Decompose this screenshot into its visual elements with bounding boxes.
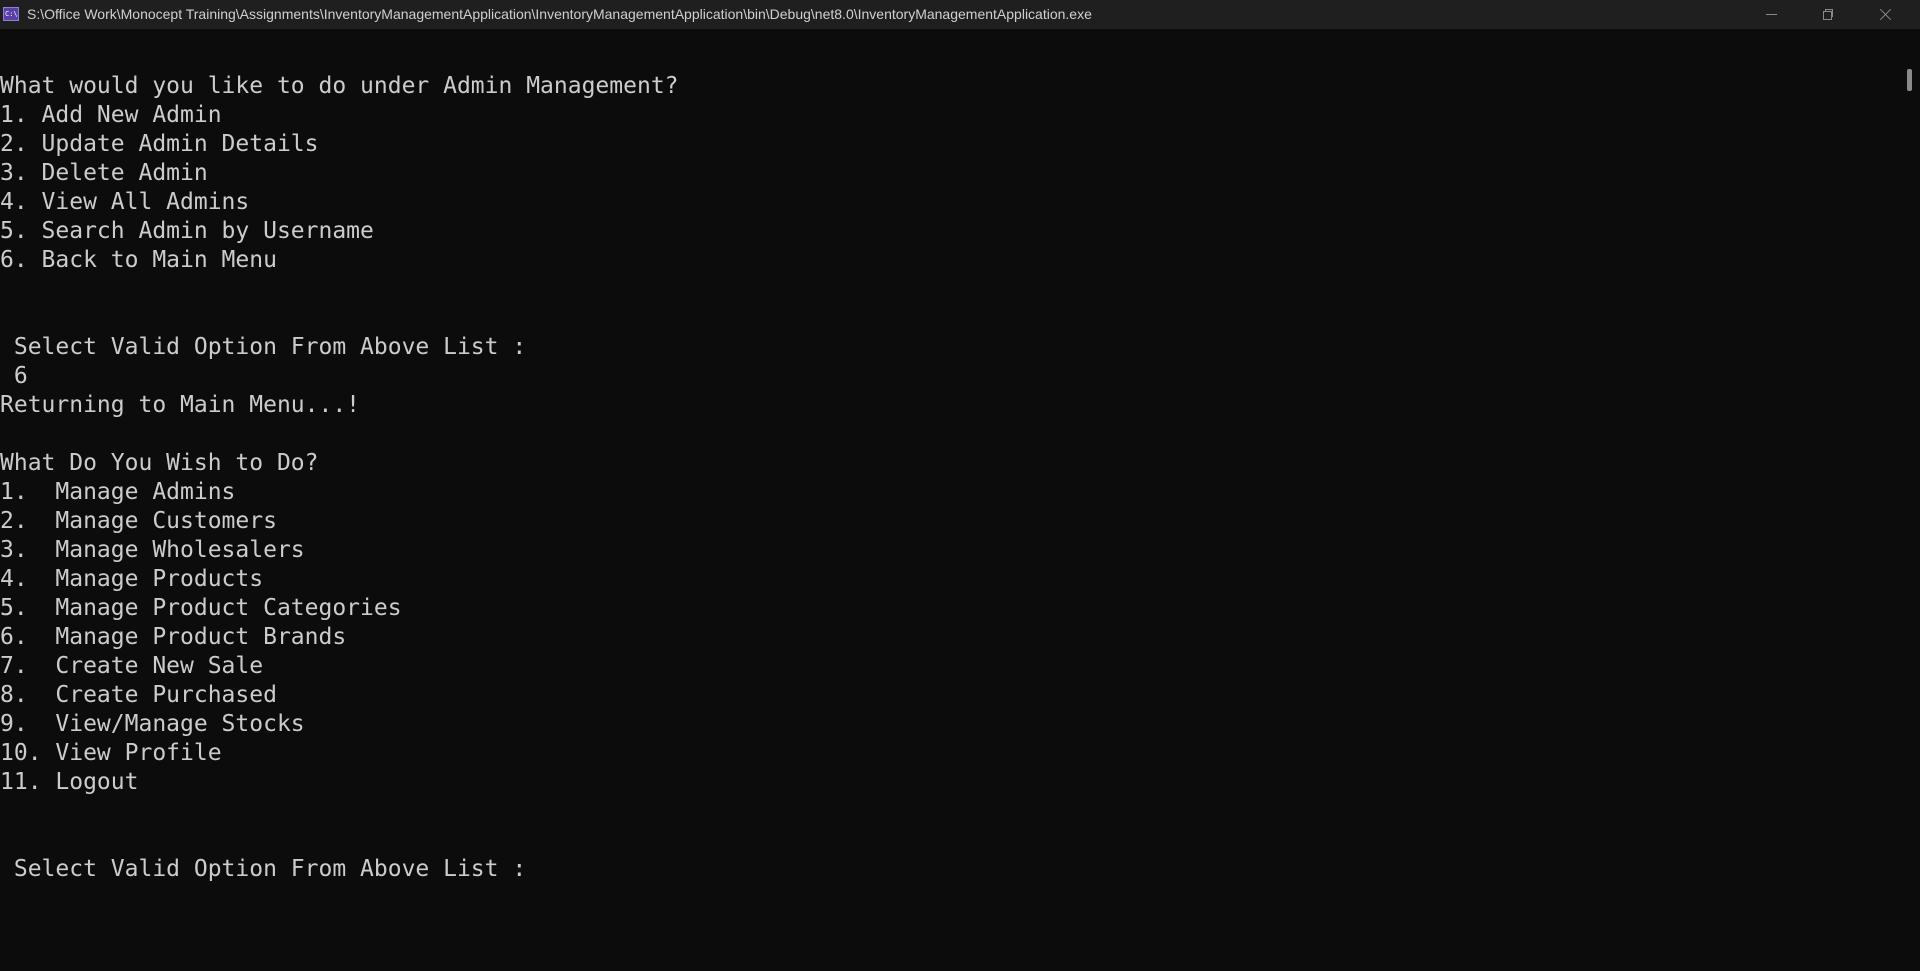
main-menu-option: 7. Create New Sale	[0, 653, 264, 679]
select-option-prompt: Select Valid Option From Above List :	[0, 856, 527, 882]
window-title: S:\Office Work\Monocept Training\Assignm…	[27, 6, 1092, 22]
minimize-icon	[1765, 14, 1777, 15]
restore-icon	[1822, 9, 1834, 20]
minimize-button[interactable]	[1743, 0, 1799, 29]
main-menu-option: 2. Manage Customers	[0, 508, 277, 534]
vertical-scrollbar[interactable]	[1898, 29, 1920, 971]
main-menu-option: 11. Logout	[0, 769, 139, 795]
close-button[interactable]	[1857, 0, 1913, 29]
status-message: Returning to Main Menu...!	[0, 392, 361, 418]
main-menu-option: 5. Manage Product Categories	[0, 595, 402, 621]
main-menu-option: 4. Manage Products	[0, 566, 264, 592]
main-menu-prompt: What Do You Wish to Do?	[0, 450, 319, 476]
scrollbar-thumb[interactable]	[1907, 69, 1912, 91]
admin-menu-option: 4. View All Admins	[0, 189, 250, 215]
admin-menu-option: 2. Update Admin Details	[0, 131, 319, 157]
admin-menu-option: 5. Search Admin by Username	[0, 218, 374, 244]
main-menu-option: 9. View/Manage Stocks	[0, 711, 305, 737]
restore-button[interactable]	[1800, 0, 1856, 29]
main-menu-option: 6. Manage Product Brands	[0, 624, 347, 650]
console-output[interactable]: What would you like to do under Admin Ma…	[0, 29, 1898, 971]
close-icon	[1879, 8, 1892, 21]
select-option-prompt: Select Valid Option From Above List :	[0, 334, 527, 360]
admin-menu-option: 6. Back to Main Menu	[0, 247, 277, 273]
main-menu-option: 3. Manage Wholesalers	[0, 537, 305, 563]
main-menu-option: 10. View Profile	[0, 740, 222, 766]
console-app-icon[interactable]: C:\	[3, 7, 19, 21]
main-menu-option: 8. Create Purchased	[0, 682, 277, 708]
user-input-echo: 6	[0, 363, 28, 389]
title-bar[interactable]: C:\ S:\Office Work\Monocept Training\Ass…	[0, 0, 1920, 29]
admin-menu-prompt: What would you like to do under Admin Ma…	[0, 73, 679, 99]
admin-menu-option: 1. Add New Admin	[0, 102, 222, 128]
main-menu-option: 1. Manage Admins	[0, 479, 236, 505]
console-window: C:\ S:\Office Work\Monocept Training\Ass…	[0, 0, 1920, 971]
admin-menu-option: 3. Delete Admin	[0, 160, 208, 186]
